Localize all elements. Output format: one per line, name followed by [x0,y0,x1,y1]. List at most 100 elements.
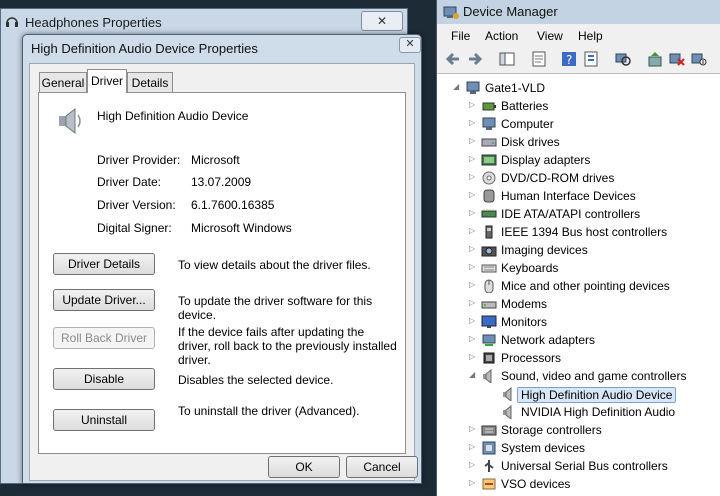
expand-arrow-icon[interactable]: ▷ [469,119,477,127]
expand-arrow-icon[interactable]: ▷ [469,317,477,325]
tree-label: Disk drives [501,135,560,149]
roll-back-driver-description: If the device fails after updating the d… [178,325,397,367]
cancel-button[interactable]: Cancel [346,456,418,478]
tab-driver[interactable]: Driver [87,69,127,93]
device-manager-icon [443,4,459,20]
camera-icon [481,243,497,257]
expand-arrow-icon[interactable]: ▷ [469,245,477,253]
display-icon [481,153,497,167]
svg-text:?: ? [566,53,572,67]
digital-signer-label: Digital Signer: [97,221,172,235]
close-button[interactable]: ✕ [399,37,421,53]
scan-hardware-icon[interactable] [615,51,631,67]
tree-label: Imaging devices [501,243,588,257]
tree-label: VSO devices [501,477,571,491]
driver-provider-label: Driver Provider: [97,153,181,167]
system-icon [481,441,497,455]
expand-arrow-icon[interactable]: ▷ [469,209,477,217]
battery-icon [481,99,497,113]
tree-label: Processors [501,351,562,365]
ide-icon [481,207,497,221]
menu-help[interactable]: Help [578,29,603,43]
tree-label: System devices [501,441,586,455]
speaker-icon [53,105,85,137]
expand-arrow-icon[interactable]: ▷ [469,443,477,451]
disable-icon[interactable] [691,51,707,67]
expand-arrow-icon[interactable]: ▷ [469,281,477,289]
device-manager-window: Device Manager File Action View Help ? ◢… [436,0,720,496]
collapse-arrow-icon[interactable]: ◢ [453,83,461,91]
speaker-icon [481,368,497,385]
driver-version-value: 6.1.7600.16385 [191,198,275,212]
tree-label: Network adapters [501,333,596,347]
expand-arrow-icon[interactable]: ▷ [469,479,477,487]
update-driver-button[interactable]: Update Driver... [53,289,155,311]
update-driver-icon[interactable] [647,51,663,67]
modem-icon [481,297,497,311]
menu-file[interactable]: File [451,29,470,43]
tree-label: Mice and other pointing devices [501,279,670,293]
forward-arrow-icon[interactable] [467,51,483,67]
ok-button[interactable]: OK [268,456,340,478]
show-hide-tree-icon[interactable] [499,51,515,67]
dialog-body: General Driver Details High Definition A… [29,63,418,481]
help-icon[interactable]: ? [561,51,577,67]
expand-arrow-icon[interactable]: ▷ [469,335,477,343]
tab-general[interactable]: General [39,72,87,92]
expand-arrow-icon[interactable]: ▷ [469,425,477,433]
computer-icon [481,117,497,131]
expand-arrow-icon[interactable]: ▷ [469,173,477,181]
digital-signer-value: Microsoft Windows [191,221,292,235]
menu-bar: File Action View Help [437,24,720,46]
tree-label: Modems [501,297,548,311]
driver-date-value: 13.07.2009 [191,175,252,189]
network-icon [481,333,497,347]
driver-version-label: Driver Version: [97,198,176,212]
vso-icon [481,477,497,491]
collapse-arrow-icon[interactable]: ◢ [469,371,477,379]
tree-label: IDE ATA/ATAPI controllers [501,207,641,221]
expand-arrow-icon[interactable]: ▷ [469,191,477,199]
properties-icon[interactable] [531,51,547,67]
close-button[interactable]: ✕ [361,11,403,31]
speaker-icon [501,404,517,421]
tree-label: Display adapters [501,153,591,167]
disable-description: Disables the selected device. [178,373,334,387]
uninstall-button[interactable]: Uninstall [53,409,155,431]
disk-icon [481,135,497,149]
tree-label: Keyboards [501,261,559,275]
device-tree: ◢ Gate1-VLD ▷ Batteries ▷ Computer ▷ Disk dri… [443,76,720,496]
keyboard-icon [481,261,497,275]
driver-details-button[interactable]: Driver Details [53,253,155,275]
back-arrow-icon[interactable] [445,51,461,67]
expand-arrow-icon[interactable]: ▷ [469,101,477,109]
roll-back-driver-button[interactable]: Roll Back Driver [53,327,155,349]
driver-details-description: To view details about the driver files. [178,258,371,272]
title-bar: Device Manager [437,0,720,24]
expand-arrow-icon[interactable]: ▷ [469,155,477,163]
uninstall-description: To uninstall the driver (Advanced). [178,404,360,418]
tree-label: High Definition Audio Device [517,387,677,403]
driver-date-label: Driver Date: [97,175,162,189]
menu-action[interactable]: Action [485,29,518,43]
uninstall-icon[interactable] [669,51,685,67]
expand-arrow-icon[interactable]: ▷ [469,227,477,235]
expand-arrow-icon[interactable]: ▷ [469,137,477,145]
tree-label: Computer [501,117,554,131]
speaker-icon [501,386,517,403]
disable-button[interactable]: Disable [53,368,155,390]
tab-details[interactable]: Details [127,72,173,92]
tree-label: Batteries [501,99,549,113]
driver-tab-page: High Definition Audio Device Driver Prov… [38,92,406,454]
tree-label: NVIDIA High Definition Audio [521,405,676,419]
menu-view[interactable]: View [537,29,563,43]
expand-arrow-icon[interactable]: ▷ [469,353,477,361]
storage-icon [481,423,497,437]
expand-arrow-icon[interactable]: ▷ [469,461,477,469]
expand-arrow-icon[interactable]: ▷ [469,263,477,271]
computer-icon [465,81,481,95]
tree-label: Monitors [501,315,548,329]
action-icon[interactable] [583,51,599,67]
expand-arrow-icon[interactable]: ▷ [469,299,477,307]
driver-provider-value: Microsoft [191,153,240,167]
